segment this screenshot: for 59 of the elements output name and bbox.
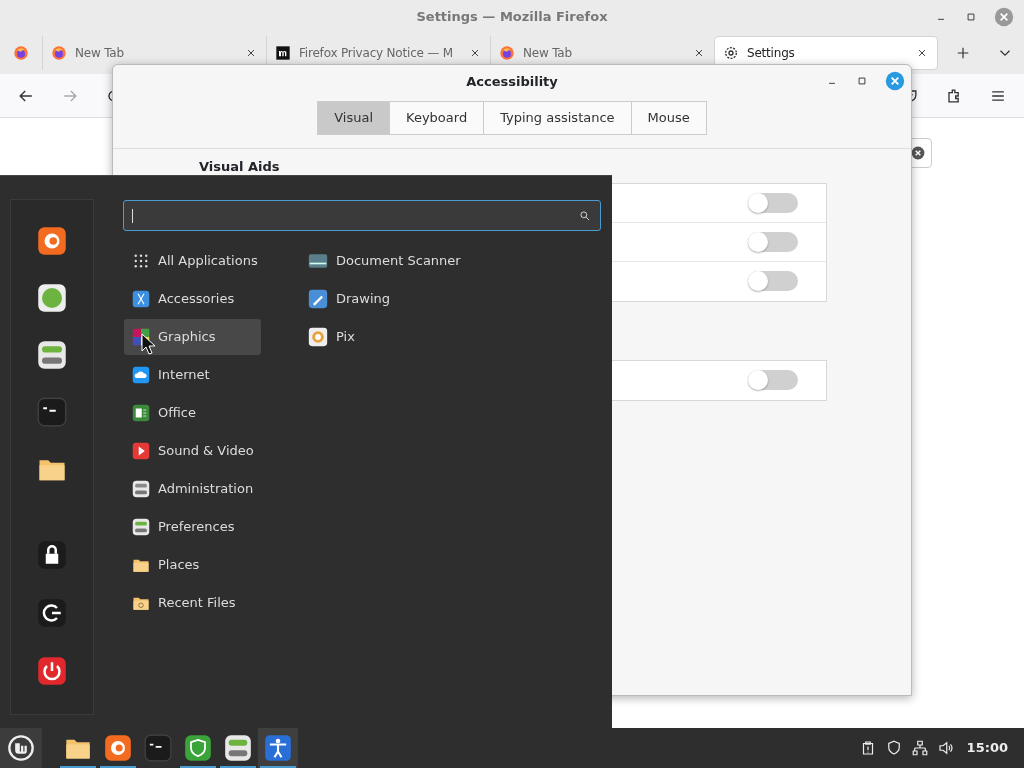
toggle-switch[interactable] <box>748 271 798 291</box>
mint-logo-icon <box>7 734 35 762</box>
mouse-cursor-icon <box>141 333 157 355</box>
play-icon <box>132 442 150 460</box>
terminal-icon <box>144 734 172 762</box>
grid-icon <box>132 252 150 270</box>
search-field[interactable] <box>123 200 601 231</box>
toggles-icon[interactable] <box>37 340 67 370</box>
maximize-button[interactable] <box>964 10 978 24</box>
terminal-icon[interactable] <box>37 397 67 427</box>
cloud-icon <box>132 366 150 384</box>
category-item[interactable]: Preferences <box>124 509 261 545</box>
document-icon <box>132 404 150 422</box>
category-item[interactable]: All Applications <box>124 243 261 279</box>
category-item[interactable]: Internet <box>124 357 261 393</box>
close-button[interactable] <box>885 71 905 91</box>
taskbar-app[interactable] <box>258 728 298 768</box>
search-icon[interactable] <box>578 208 592 223</box>
power-icon[interactable] <box>37 656 67 686</box>
gear-icon <box>723 45 739 61</box>
window-title: Settings — Mozilla Firefox <box>416 8 608 27</box>
close-button[interactable] <box>994 7 1014 27</box>
toggle-switch[interactable] <box>748 192 798 213</box>
tab[interactable]: Mouse <box>630 101 707 135</box>
section-heading: Visual Aids <box>199 158 281 176</box>
category-item[interactable]: Graphics <box>124 319 261 355</box>
photo-icon <box>308 327 328 347</box>
app-item[interactable]: Pix <box>300 319 470 355</box>
accessibility-icon <box>264 734 292 762</box>
clear-icon[interactable] <box>911 146 925 160</box>
category-item[interactable]: Recent Files <box>124 585 261 621</box>
tab[interactable]: Keyboard <box>389 101 485 135</box>
app-item[interactable]: Drawing <box>300 281 470 317</box>
category-item[interactable]: Office <box>124 395 261 431</box>
letter-m-icon <box>275 45 291 61</box>
volume-icon[interactable] <box>936 739 955 757</box>
logout-icon[interactable] <box>37 598 67 628</box>
category-item[interactable]: Accessories <box>124 281 261 317</box>
toggles-icon <box>132 480 150 498</box>
maximize-button[interactable] <box>855 74 869 88</box>
toggles-icon <box>132 518 150 536</box>
toggles-icon <box>224 734 252 762</box>
tab[interactable]: Visual <box>317 101 391 135</box>
app-item[interactable]: Document Scanner <box>300 243 470 279</box>
pencil-icon <box>308 289 328 309</box>
text-cursor <box>132 208 133 223</box>
network-icon[interactable] <box>910 739 929 757</box>
clock[interactable]: 15:00 <box>966 738 1008 758</box>
scanner-icon <box>308 251 328 271</box>
category-item[interactable]: Administration <box>124 471 261 507</box>
category-item[interactable]: Places <box>124 547 261 583</box>
category-item[interactable]: Sound & Video <box>124 433 261 469</box>
toggle-switch[interactable] <box>748 231 798 252</box>
menu-button[interactable] <box>0 728 42 768</box>
tab[interactable]: Typing assistance <box>483 101 632 135</box>
lock-icon[interactable] <box>37 540 67 570</box>
shield-icon <box>184 734 212 762</box>
toggle-switch[interactable] <box>748 370 798 390</box>
dialog-title: Accessibility <box>466 73 558 92</box>
